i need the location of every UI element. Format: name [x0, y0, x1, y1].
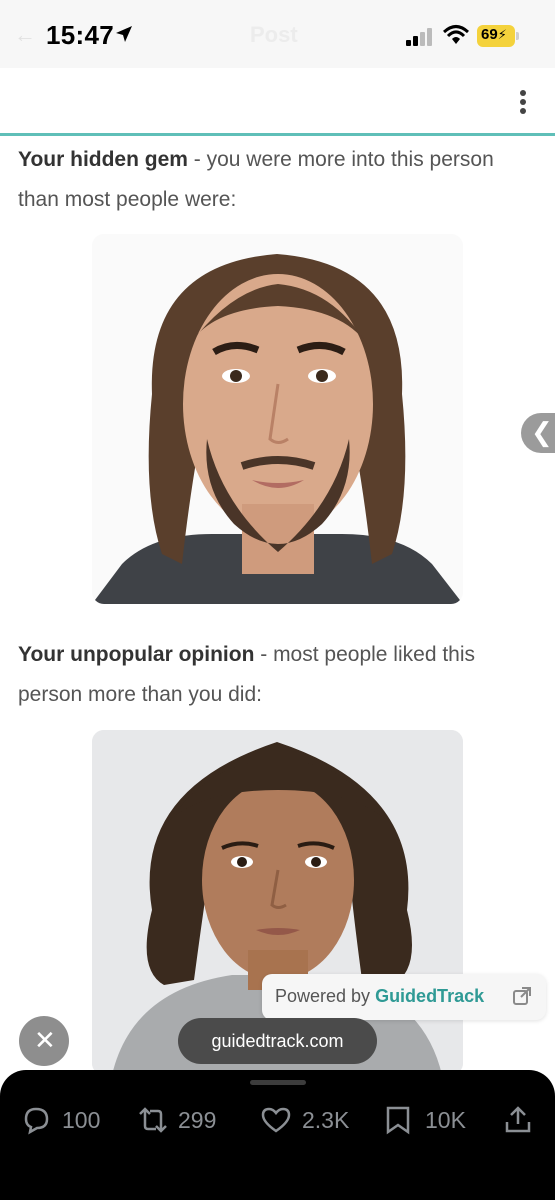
external-link-icon: [513, 987, 531, 1005]
reply-count: 100: [62, 1107, 101, 1133]
location-arrow-icon: [116, 26, 132, 42]
powered-by-badge[interactable]: Powered by GuidedTrack: [262, 974, 546, 1020]
reply-icon: [24, 1107, 49, 1135]
side-drawer-tab[interactable]: ❮: [521, 413, 555, 453]
status-time: 15:47: [46, 20, 114, 50]
cellular-signal-icon: [406, 28, 434, 46]
share-icon: [505, 1106, 531, 1133]
repost-icon: [139, 1107, 167, 1133]
battery-cap: [516, 32, 519, 40]
close-button[interactable]: ✕: [19, 1016, 69, 1066]
hidden-gem-heading: Your hidden gem: [18, 148, 188, 171]
hidden-gem-text: Your hidden gem - you were more into thi…: [18, 140, 528, 220]
unpopular-opinion-heading: Your unpopular opinion: [18, 643, 255, 666]
chevron-left-icon: ❮: [531, 417, 553, 447]
hidden-gem-photo: [92, 234, 463, 604]
heart-icon: [261, 1107, 291, 1133]
drag-handle[interactable]: [250, 1080, 306, 1085]
post-action-bar: 100 299 2.3K 10K: [0, 1070, 555, 1200]
battery-indicator: 69⚡: [477, 25, 515, 47]
more-options-icon[interactable]: [519, 90, 527, 116]
bookmark-count: 10K: [425, 1107, 466, 1133]
web-header: [0, 68, 555, 136]
close-icon: ✕: [34, 1025, 56, 1055]
powered-by-prefix: Powered by: [275, 986, 376, 1006]
repost-count: 299: [178, 1107, 217, 1133]
like-count: 2.3K: [302, 1107, 350, 1133]
post-title: Post: [250, 22, 298, 47]
bookmark-icon: [386, 1106, 410, 1135]
wifi-icon: [443, 25, 469, 44]
unpopular-opinion-text: Your unpopular opinion - most people lik…: [18, 635, 528, 715]
back-arrow-icon[interactable]: ←: [14, 22, 36, 48]
status-bar: ← 15:47 Post 69⚡: [0, 0, 555, 68]
url-pill[interactable]: guidedtrack.com: [178, 1018, 377, 1064]
powered-by-brand: GuidedTrack: [375, 986, 485, 1006]
